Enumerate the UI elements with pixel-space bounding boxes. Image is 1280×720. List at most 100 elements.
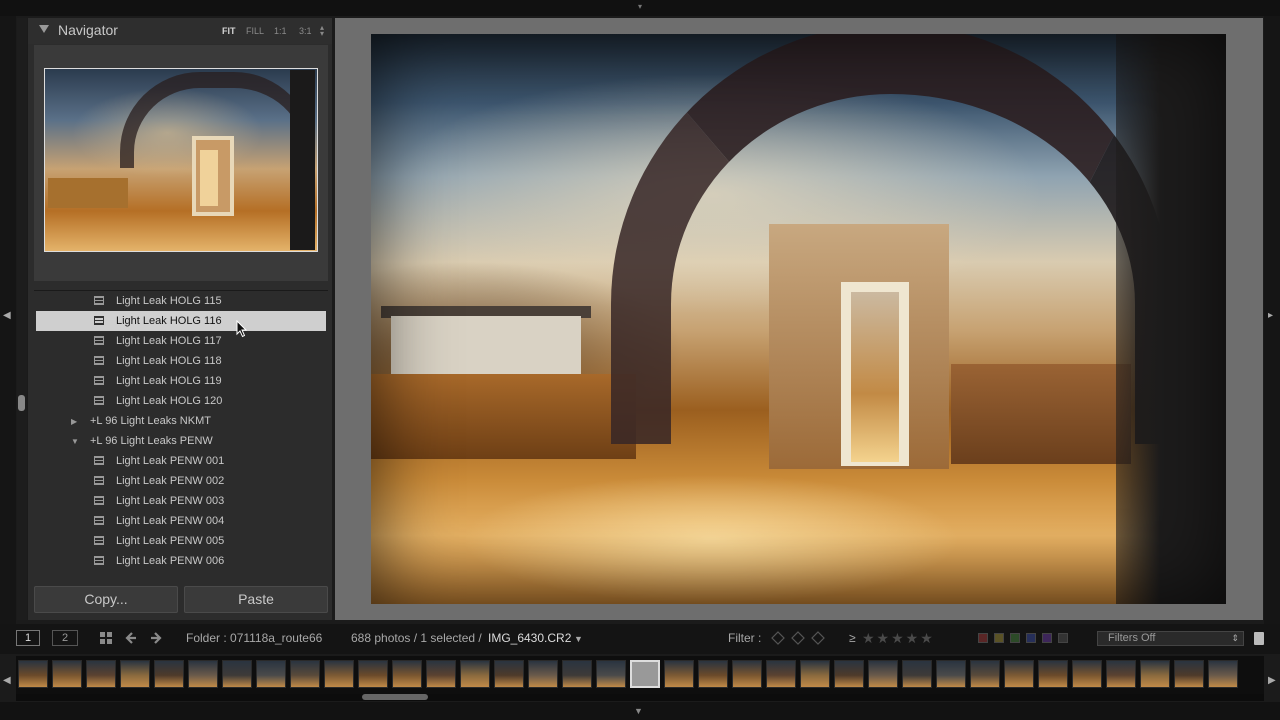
- collapse-triangle-icon[interactable]: [39, 25, 49, 33]
- filter-lock-icon[interactable]: [1254, 632, 1264, 645]
- preset-item[interactable]: Light Leak HOLG 117: [36, 331, 326, 351]
- filmstrip-thumbnail[interactable]: [1004, 660, 1034, 688]
- right-panel-edge[interactable]: [1264, 16, 1280, 654]
- color-filter-blue[interactable]: [1026, 633, 1036, 643]
- filmstrip-thumbnail[interactable]: [664, 660, 694, 688]
- color-filter-green[interactable]: [1010, 633, 1020, 643]
- filmstrip-thumbnail[interactable]: [188, 660, 218, 688]
- zoom-fit[interactable]: FIT: [222, 26, 236, 36]
- color-filter-purple[interactable]: [1042, 633, 1052, 643]
- grid-view-icon[interactable]: [99, 631, 113, 645]
- rating-operator[interactable]: ≥: [849, 631, 856, 645]
- filmstrip-thumbnail[interactable]: [222, 660, 252, 688]
- filters-dropdown[interactable]: Filters Off ⇕: [1097, 631, 1244, 646]
- filmstrip-thumbnail[interactable]: [528, 660, 558, 688]
- zoom-1-1[interactable]: 1:1: [274, 26, 287, 36]
- filmstrip-scroll-thumb[interactable]: [362, 694, 428, 700]
- preset-folder[interactable]: ▶ +L 96 Light Leaks NKMT: [36, 411, 326, 431]
- color-filter-none[interactable]: [1058, 633, 1068, 643]
- top-panel-toggle-icon[interactable]: ▾: [634, 3, 646, 11]
- secondary-window-button[interactable]: 2: [52, 630, 78, 646]
- main-photo[interactable]: [371, 34, 1226, 604]
- preset-folder-expanded[interactable]: ▼ +L 96 Light Leaks PENW: [36, 431, 326, 451]
- preset-item[interactable]: Light Leak PENW 005: [36, 531, 326, 551]
- paste-settings-button[interactable]: Paste: [184, 586, 328, 613]
- filmstrip-thumbnail[interactable]: [868, 660, 898, 688]
- filmstrip-thumbnail[interactable]: [1106, 660, 1136, 688]
- color-filter-yellow[interactable]: [994, 633, 1004, 643]
- filmstrip-thumbnail[interactable]: [732, 660, 762, 688]
- filter-label: Filter :: [728, 631, 762, 645]
- filmstrip[interactable]: [16, 656, 1264, 694]
- filmstrip-thumbnail[interactable]: [970, 660, 1000, 688]
- flag-filter-icons[interactable]: [771, 631, 827, 645]
- preset-item[interactable]: Light Leak PENW 001: [36, 451, 326, 471]
- filmstrip-thumbnail[interactable]: [86, 660, 116, 688]
- filmstrip-thumbnail[interactable]: [766, 660, 796, 688]
- filmstrip-thumbnail-selected[interactable]: [630, 660, 660, 688]
- preset-item[interactable]: Light Leak HOLG 118: [36, 351, 326, 371]
- primary-window-button[interactable]: 1: [16, 630, 40, 646]
- preset-icon: [94, 396, 104, 405]
- filmstrip-thumbnail[interactable]: [902, 660, 932, 688]
- preview-dark-edge: [290, 70, 315, 250]
- filmstrip-thumbnail[interactable]: [358, 660, 388, 688]
- filmstrip-thumbnail[interactable]: [392, 660, 422, 688]
- forward-arrow-icon[interactable]: [149, 631, 163, 645]
- zoom-fill[interactable]: FILL: [246, 26, 264, 36]
- preset-item[interactable]: Light Leak PENW 004: [36, 511, 326, 531]
- left-panel-scroll-thumb[interactable]: [18, 395, 25, 411]
- filmstrip-thumbnail[interactable]: [834, 660, 864, 688]
- filmstrip-thumbnail[interactable]: [460, 660, 490, 688]
- filmstrip-thumbnail[interactable]: [698, 660, 728, 688]
- zoom-3-1[interactable]: 3:1: [299, 26, 312, 36]
- filmstrip-left-toggle-icon[interactable]: ◀: [3, 675, 11, 686]
- selected-filename[interactable]: IMG_6430.CR2: [488, 631, 571, 645]
- filmstrip-thumbnail[interactable]: [324, 660, 354, 688]
- copy-settings-button[interactable]: Copy...: [34, 586, 178, 613]
- bottom-panel-toggle-icon[interactable]: ▼: [634, 706, 643, 716]
- preset-icon: [94, 336, 104, 345]
- preset-item[interactable]: Light Leak PENW 003: [36, 491, 326, 511]
- left-panel-edge[interactable]: [0, 16, 16, 654]
- filmstrip-thumbnail[interactable]: [494, 660, 524, 688]
- filmstrip-thumbnail[interactable]: [1038, 660, 1068, 688]
- preset-item-selected[interactable]: Light Leak HOLG 116: [36, 311, 326, 331]
- filmstrip-thumbnail[interactable]: [426, 660, 456, 688]
- star-rating-filter[interactable]: ★★★★★: [862, 630, 974, 646]
- collapse-triangle-icon[interactable]: ▼: [71, 437, 79, 446]
- left-panel-toggle-icon[interactable]: ◀: [3, 310, 11, 321]
- preset-item[interactable]: Light Leak HOLG 115: [36, 291, 326, 311]
- preset-item[interactable]: Light Leak HOLG 119: [36, 371, 326, 391]
- filmstrip-thumbnail[interactable]: [290, 660, 320, 688]
- back-arrow-icon[interactable]: [124, 631, 138, 645]
- filmstrip-thumbnail[interactable]: [52, 660, 82, 688]
- photo-count: 688 photos / 1 selected /: [351, 631, 482, 645]
- right-panel-toggle-icon[interactable]: ▸: [1268, 310, 1273, 321]
- color-label-filters[interactable]: [978, 633, 1080, 643]
- color-filter-red[interactable]: [978, 633, 988, 643]
- filmstrip-thumbnail[interactable]: [120, 660, 150, 688]
- filename-dropdown-icon[interactable]: ▼: [574, 634, 583, 644]
- filmstrip-thumbnail[interactable]: [18, 660, 48, 688]
- filmstrip-thumbnail[interactable]: [1208, 660, 1238, 688]
- filmstrip-thumbnail[interactable]: [596, 660, 626, 688]
- left-panel-scrollbar[interactable]: [17, 18, 27, 620]
- filmstrip-thumbnail[interactable]: [562, 660, 592, 688]
- filmstrip-thumbnail[interactable]: [256, 660, 286, 688]
- preset-item[interactable]: Light Leak HOLG 120: [36, 391, 326, 411]
- filmstrip-scrollbar[interactable]: [16, 694, 1264, 701]
- filters-dropdown-value: Filters Off: [1108, 632, 1156, 644]
- zoom-stepper-icon[interactable]: ▴ ▾: [320, 24, 324, 38]
- filmstrip-thumbnail[interactable]: [1072, 660, 1102, 688]
- filmstrip-thumbnail[interactable]: [154, 660, 184, 688]
- expand-triangle-icon[interactable]: ▶: [71, 417, 77, 426]
- filmstrip-right-toggle-icon[interactable]: ▶: [1268, 675, 1276, 686]
- folder-label[interactable]: Folder : 071118a_route66: [186, 631, 322, 645]
- filmstrip-thumbnail[interactable]: [800, 660, 830, 688]
- filmstrip-thumbnail[interactable]: [1174, 660, 1204, 688]
- preset-item[interactable]: Light Leak PENW 006: [36, 551, 326, 571]
- filmstrip-thumbnail[interactable]: [1140, 660, 1170, 688]
- filmstrip-thumbnail[interactable]: [936, 660, 966, 688]
- preset-item[interactable]: Light Leak PENW 002: [36, 471, 326, 491]
